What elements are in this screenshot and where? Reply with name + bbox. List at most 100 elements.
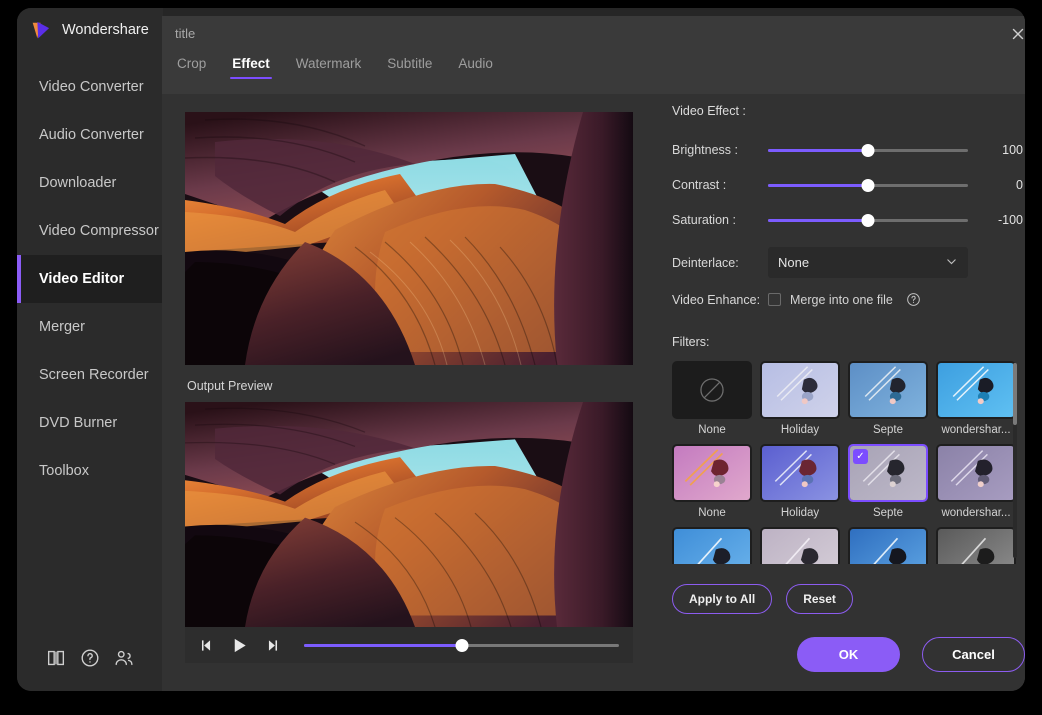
player-controls	[185, 627, 633, 663]
help-circle-icon[interactable]	[906, 292, 921, 307]
dialog-body: Output Preview	[162, 94, 1025, 691]
progress-fill	[304, 644, 462, 647]
contrast-value: 0	[968, 178, 1025, 192]
deinterlace-select[interactable]: None	[768, 247, 968, 278]
filter-thumb-none-1[interactable]	[672, 361, 752, 419]
wondershare-logo-icon	[28, 18, 53, 43]
tab-watermark[interactable]: Watermark	[294, 52, 364, 79]
filter-item: None	[672, 444, 752, 519]
sidebar-item-screen-recorder[interactable]: Screen Recorder	[17, 351, 163, 399]
filter-thumb-grayscale[interactable]	[936, 527, 1016, 564]
output-preview-video[interactable]	[185, 402, 633, 627]
filter-item: Holiday	[760, 361, 840, 436]
next-frame-icon[interactable]	[263, 637, 280, 654]
reset-button[interactable]: Reset	[786, 584, 853, 614]
filter-item	[936, 527, 1016, 564]
help-question-icon[interactable]	[79, 647, 101, 669]
contrast-row: Contrast : 0	[672, 170, 1025, 200]
sidebar-item-video-converter[interactable]: Video Converter	[17, 63, 163, 111]
filters-scrollbar-thumb[interactable]	[1013, 363, 1017, 425]
filter-thumb-septe-1[interactable]	[848, 361, 928, 419]
filter-thumb-pale-mauve[interactable]	[760, 527, 840, 564]
saturation-row: Saturation : -100	[672, 205, 1025, 235]
saturation-label: Saturation :	[672, 213, 768, 227]
filters-scrollbar[interactable]	[1013, 363, 1017, 558]
sidebar-item-video-compressor[interactable]: Video Compressor	[17, 207, 163, 255]
dialog-title: title	[175, 26, 195, 41]
ok-button[interactable]: OK	[797, 637, 900, 672]
chevron-down-icon	[945, 255, 958, 271]
deinterlace-row: Deinterlace: None	[672, 247, 1025, 278]
playback-progress-slider[interactable]	[304, 638, 619, 652]
sidebar-item-label: Audio Converter	[39, 127, 144, 143]
filters-grid: None	[672, 361, 1017, 564]
tab-crop[interactable]: Crop	[175, 52, 208, 79]
filter-thumb-septe-2[interactable]: ✓	[848, 444, 928, 502]
sidebar-item-label: Merger	[39, 319, 85, 335]
play-icon[interactable]	[230, 636, 249, 655]
cancel-button[interactable]: Cancel	[922, 637, 1025, 672]
apply-to-all-button[interactable]: Apply to All	[672, 584, 772, 614]
sidebar-item-audio-converter[interactable]: Audio Converter	[17, 111, 163, 159]
brightness-slider[interactable]	[768, 143, 968, 157]
progress-thumb[interactable]	[455, 639, 468, 652]
merge-into-one-file-checkbox[interactable]	[768, 293, 781, 306]
filter-label: Holiday	[760, 507, 840, 519]
account-users-icon[interactable]	[113, 647, 135, 669]
sidebar-item-downloader[interactable]: Downloader	[17, 159, 163, 207]
dialog-titlebar: title	[162, 16, 1025, 52]
filter-label: Septe	[848, 424, 928, 436]
filter-item: wondershar...	[936, 444, 1016, 519]
manual-book-icon[interactable]	[45, 647, 67, 669]
preview-column: Output Preview	[185, 112, 635, 663]
tab-audio[interactable]: Audio	[456, 52, 495, 79]
brightness-label: Brightness :	[672, 143, 768, 157]
sidebar-item-label: Video Converter	[39, 79, 144, 95]
filter-thumb-deep-blue[interactable]	[848, 527, 928, 564]
sidebar-item-label: Video Editor	[39, 271, 124, 287]
slider-fill	[768, 219, 868, 222]
tab-label: Subtitle	[387, 56, 432, 71]
filter-thumb-azure[interactable]	[672, 527, 752, 564]
source-preview-video[interactable]	[185, 112, 633, 365]
video-enhance-row: Video Enhance: Merge into one file	[672, 292, 1025, 307]
filter-thumb-holiday-1[interactable]	[760, 361, 840, 419]
filter-selected-check-icon: ✓	[853, 449, 868, 464]
sidebar-item-label: Toolbox	[39, 463, 89, 479]
merge-into-one-file-label: Merge into one file	[790, 293, 893, 307]
filter-thumb-wondershare-2[interactable]	[936, 444, 1016, 502]
previous-frame-icon[interactable]	[199, 637, 216, 654]
slider-fill	[768, 184, 868, 187]
filter-thumb-holiday-2[interactable]	[760, 444, 840, 502]
tab-label: Crop	[177, 56, 206, 71]
saturation-slider[interactable]	[768, 213, 968, 227]
filter-item	[672, 527, 752, 564]
effect-controls-column: Video Effect : Brightness : 100 Contrast…	[672, 104, 1025, 614]
app-window: Wondershare Video Converter Audio Conver…	[17, 8, 1025, 691]
sidebar-item-video-editor[interactable]: Video Editor	[17, 255, 163, 303]
slider-thumb[interactable]	[862, 214, 875, 227]
tab-label: Effect	[232, 56, 270, 71]
video-effect-label: Video Effect :	[672, 104, 1025, 118]
sidebar-item-merger[interactable]: Merger	[17, 303, 163, 351]
brand-header: Wondershare	[17, 8, 163, 52]
filter-action-buttons: Apply to All Reset	[672, 584, 1025, 614]
effect-dialog: title Crop Effect Watermark Subtitle Aud…	[162, 16, 1025, 691]
sidebar-item-label: Downloader	[39, 175, 116, 191]
close-icon[interactable]	[1008, 24, 1025, 44]
filters-scroll-area: None	[672, 361, 1017, 564]
contrast-slider[interactable]	[768, 178, 968, 192]
slider-thumb[interactable]	[862, 179, 875, 192]
slider-fill	[768, 149, 868, 152]
filters-label: Filters:	[672, 335, 1025, 349]
sidebar-bottom-icons	[17, 647, 163, 669]
slider-thumb[interactable]	[862, 144, 875, 157]
tab-subtitle[interactable]: Subtitle	[385, 52, 434, 79]
sidebar-item-label: Video Compressor	[39, 223, 159, 239]
filter-item: ✓ Septe	[848, 444, 928, 519]
sidebar-item-toolbox[interactable]: Toolbox	[17, 447, 163, 495]
tab-effect[interactable]: Effect	[230, 52, 272, 79]
filter-thumb-none-2[interactable]	[672, 444, 752, 502]
filter-thumb-wondershare-1[interactable]	[936, 361, 1016, 419]
sidebar-item-dvd-burner[interactable]: DVD Burner	[17, 399, 163, 447]
